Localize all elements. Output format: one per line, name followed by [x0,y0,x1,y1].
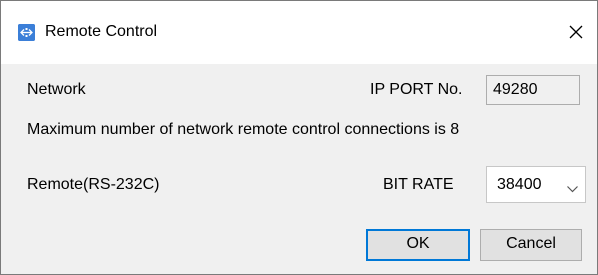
bit-rate-value: 38400 [497,176,542,193]
bit-rate-select[interactable]: 38400 [486,166,586,203]
remote-control-app-icon [18,24,35,41]
remote-rs232c-label: Remote(RS-232C) [27,176,160,193]
ok-button[interactable]: OK [366,229,470,261]
max-connections-text: Maximum number of network remote control… [27,121,460,138]
ip-port-input[interactable] [486,75,580,105]
close-icon [569,25,583,39]
title-bar: Remote Control [1,1,597,64]
ip-port-label: IP PORT No. [370,81,463,98]
network-label: Network [27,81,86,98]
bit-rate-label: BIT RATE [383,176,454,193]
chevron-down-icon [567,180,578,198]
cancel-button[interactable]: Cancel [480,229,582,261]
remote-control-dialog: Remote Control Network IP PORT No. Maxim… [0,0,598,275]
close-button[interactable] [561,17,591,47]
window-title: Remote Control [45,23,158,40]
